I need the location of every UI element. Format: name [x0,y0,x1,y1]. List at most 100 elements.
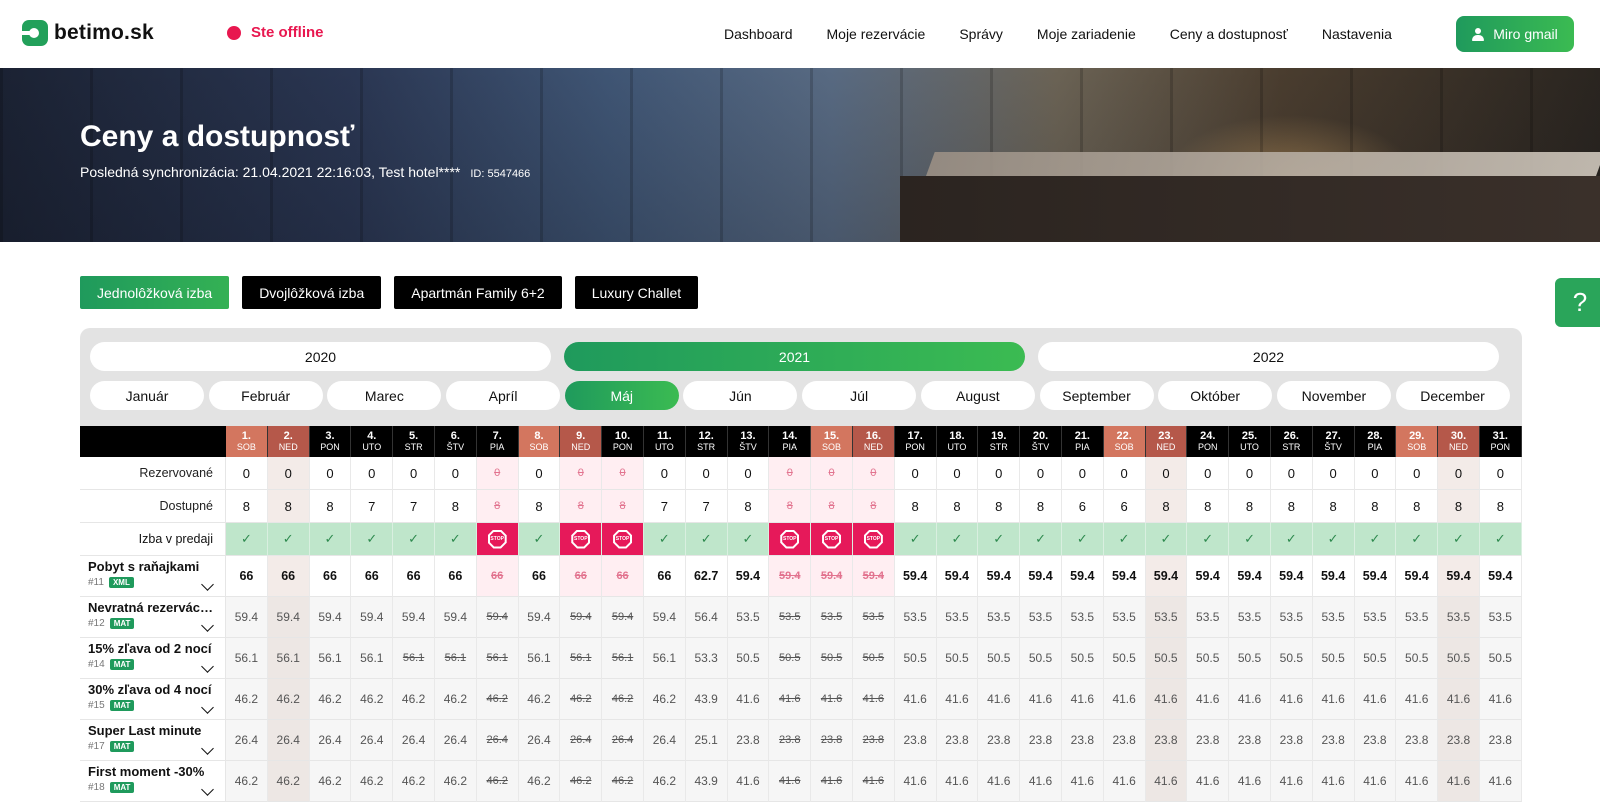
rate-price-cell[interactable]: 50.5 [727,638,770,679]
booked-row-cell[interactable]: 0 [476,457,519,490]
month-tab-may[interactable]: Máj [564,381,679,410]
rate-price-cell[interactable]: 56.1 [393,638,435,679]
available-row-cell[interactable]: 8 [1020,490,1062,523]
available-row-cell[interactable]: 8 [852,490,895,523]
booked-row-cell[interactable]: 0 [1438,457,1480,490]
month-tab-november[interactable]: November [1276,381,1391,410]
rate-price-cell[interactable]: 59.4 [393,597,435,638]
for-sale-toggle[interactable]: STOP [476,523,519,556]
rate-price-cell[interactable]: 41.6 [769,679,812,720]
rate-price-cell[interactable]: 23.8 [769,720,812,761]
rate-price-cell[interactable]: 59.4 [1020,556,1062,597]
rate-price-cell[interactable]: 59.4 [643,597,686,638]
rate-price-cell[interactable]: 59.4 [1312,556,1355,597]
rate-price-cell[interactable]: 53.5 [1479,597,1522,638]
rate-price-cell[interactable]: 41.6 [978,761,1021,802]
rate-plan-label[interactable]: Pobyt s raňajkami #11 XML [80,556,226,597]
booked-row-cell[interactable]: 0 [1187,457,1230,490]
rate-price-cell[interactable]: 50.5 [936,638,979,679]
booked-row-cell[interactable]: 0 [1354,457,1397,490]
rate-price-cell[interactable]: 50.5 [1061,638,1104,679]
rate-price-cell[interactable]: 46.2 [267,679,310,720]
rate-price-cell[interactable]: 41.6 [1103,761,1146,802]
rate-price-cell[interactable]: 59.4 [309,597,352,638]
menu-item-prices-availability[interactable]: Ceny a dostupnosť [1170,26,1288,42]
rate-price-cell[interactable]: 66 [351,556,394,597]
rate-price-cell[interactable]: 41.6 [1229,679,1271,720]
rate-price-cell[interactable]: 23.8 [1312,720,1355,761]
for-sale-toggle[interactable]: ✓ [727,523,770,556]
rate-price-cell[interactable]: 59.4 [936,556,979,597]
year-tab-2021[interactable]: 2021 [564,342,1025,371]
rate-price-cell[interactable]: 41.6 [769,761,812,802]
rate-price-cell[interactable]: 53.5 [1270,597,1313,638]
booked-row-cell[interactable]: 0 [560,457,603,490]
rate-price-cell[interactable]: 56.4 [685,597,728,638]
rate-price-cell[interactable]: 46.2 [351,761,394,802]
rate-price-cell[interactable]: 66 [602,556,644,597]
month-tab-december[interactable]: December [1395,381,1510,410]
rate-price-cell[interactable]: 53.5 [769,597,812,638]
rate-plan-label[interactable]: Super Last minute #17 MAT [80,720,226,761]
rate-plan-label[interactable]: 15% zľava od 2 nocí #14 MAT [80,638,226,679]
rate-price-cell[interactable]: 66 [309,556,352,597]
rate-price-cell[interactable]: 50.5 [1396,638,1439,679]
rate-price-cell[interactable]: 46.2 [309,761,352,802]
rate-price-cell[interactable]: 59.4 [351,597,394,638]
rate-price-cell[interactable]: 46.2 [602,761,644,802]
booked-row-cell[interactable]: 0 [852,457,895,490]
rate-price-cell[interactable]: 56.1 [476,638,519,679]
rate-price-cell[interactable]: 53.5 [852,597,895,638]
for-sale-toggle[interactable]: ✓ [351,523,394,556]
booked-row-cell[interactable]: 0 [1312,457,1355,490]
rate-price-cell[interactable]: 41.6 [852,761,895,802]
rate-price-cell[interactable]: 41.6 [1229,761,1271,802]
available-row-cell[interactable]: 8 [1354,490,1397,523]
rate-price-cell[interactable]: 59.4 [518,597,561,638]
available-row-cell[interactable]: 8 [1479,490,1522,523]
room-tab-double[interactable]: Dvojlôžková izba [242,276,382,309]
for-sale-toggle[interactable]: ✓ [1270,523,1313,556]
for-sale-toggle[interactable]: ✓ [1396,523,1439,556]
for-sale-toggle[interactable]: ✓ [1438,523,1480,556]
rate-price-cell[interactable]: 46.2 [518,679,561,720]
rate-price-cell[interactable]: 43.9 [685,761,728,802]
rate-price-cell[interactable]: 59.4 [1229,556,1271,597]
available-row-cell[interactable]: 8 [978,490,1021,523]
rate-price-cell[interactable]: 41.6 [1270,679,1313,720]
rate-price-cell[interactable]: 59.4 [1479,556,1522,597]
rate-price-cell[interactable]: 56.1 [560,638,603,679]
for-sale-toggle[interactable]: STOP [602,523,644,556]
year-tab-2022[interactable]: 2022 [1038,342,1499,371]
rate-price-cell[interactable]: 56.1 [434,638,477,679]
rate-price-cell[interactable]: 50.5 [1270,638,1313,679]
available-row-cell[interactable]: 8 [1229,490,1271,523]
month-tab-september[interactable]: September [1039,381,1154,410]
rate-price-cell[interactable]: 41.6 [727,679,770,720]
booked-row-cell[interactable]: 0 [267,457,310,490]
booked-row-cell[interactable]: 0 [978,457,1021,490]
rate-price-cell[interactable]: 41.6 [936,679,979,720]
rate-price-cell[interactable]: 59.4 [1354,556,1397,597]
rate-price-cell[interactable]: 41.6 [1438,761,1480,802]
rate-price-cell[interactable]: 41.6 [936,761,979,802]
available-row-cell[interactable]: 7 [685,490,728,523]
for-sale-toggle[interactable]: ✓ [1229,523,1271,556]
rate-price-cell[interactable]: 46.2 [351,679,394,720]
booked-row-cell[interactable]: 0 [1229,457,1271,490]
rate-price-cell[interactable]: 50.5 [769,638,812,679]
brand-logo[interactable]: betimo.sk [22,20,154,46]
rate-price-cell[interactable]: 59.4 [226,597,268,638]
for-sale-toggle[interactable]: ✓ [643,523,686,556]
rate-price-cell[interactable]: 41.6 [1061,679,1104,720]
rate-price-cell[interactable]: 53.5 [936,597,979,638]
booked-row-cell[interactable]: 0 [1270,457,1313,490]
rate-price-cell[interactable]: 59.4 [978,556,1021,597]
booked-row-cell[interactable]: 0 [518,457,561,490]
rate-price-cell[interactable]: 59.4 [476,597,519,638]
rate-price-cell[interactable]: 26.4 [267,720,310,761]
rate-price-cell[interactable]: 50.5 [1354,638,1397,679]
rate-price-cell[interactable]: 46.2 [434,761,477,802]
for-sale-toggle[interactable]: ✓ [226,523,268,556]
rate-price-cell[interactable]: 50.5 [1479,638,1522,679]
